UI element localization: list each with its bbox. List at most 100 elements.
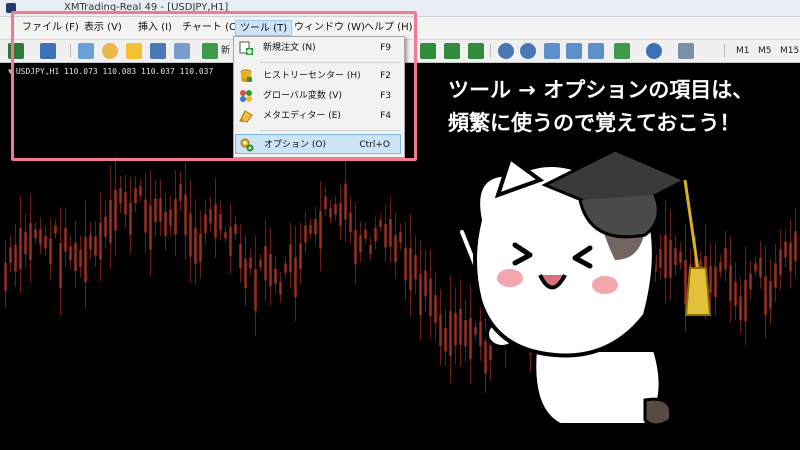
candle-body <box>24 231 27 255</box>
timeframe-m5[interactable]: M5 <box>758 44 772 58</box>
candle-body <box>289 244 292 272</box>
candlestick-button[interactable] <box>444 43 460 59</box>
cat-mascot-illustration <box>457 150 712 427</box>
menu-tools[interactable]: ツール (T) <box>235 20 293 36</box>
caption-line-2: 頻繁に使うので覚えておこう！ <box>448 111 741 135</box>
chart-info: ▼ USDJPY,H1 110.073 110.083 110.037 110.0… <box>8 67 213 76</box>
candle-body <box>259 259 262 267</box>
menu-item-label: 新規注文 (N) <box>263 43 316 53</box>
zoom-out-icon[interactable] <box>520 43 536 59</box>
data-window-button[interactable] <box>102 43 118 59</box>
candle-body <box>754 263 757 272</box>
candle-body <box>304 225 307 243</box>
menu-item-label: グローバル変数 (V) <box>263 91 342 101</box>
candle-body <box>194 227 197 264</box>
market-watch-button[interactable] <box>78 43 94 59</box>
candle-body <box>324 196 327 210</box>
candle-body <box>269 253 272 287</box>
candle-body <box>54 225 57 234</box>
menu-chart[interactable]: チャート (C) <box>178 20 244 36</box>
menu-item-global-variables[interactable]: グローバル変数 (V) F3 <box>235 86 401 106</box>
candle-body <box>769 281 772 309</box>
candle-body <box>174 198 177 235</box>
terminal-button[interactable] <box>150 43 166 59</box>
strategy-tester-button[interactable] <box>174 43 190 59</box>
candle-body <box>334 204 337 215</box>
candle-body <box>429 278 432 316</box>
timeframe-m15[interactable]: M15 <box>780 44 799 58</box>
menu-window[interactable]: ウィンドウ (W) <box>290 20 369 36</box>
candle-body <box>74 243 77 272</box>
zoom-in-icon[interactable] <box>498 43 514 59</box>
candle-body <box>39 229 42 245</box>
new-order-label: 新 <box>221 46 231 56</box>
profiles-button[interactable] <box>40 43 56 59</box>
menu-insert[interactable]: 挿入 (I) <box>134 20 176 36</box>
candle-body <box>169 209 172 226</box>
candle-body <box>69 246 72 260</box>
menu-item-shortcut: Ctrl+O <box>359 140 390 150</box>
menu-item-metaeditor[interactable]: メタエディター (E) F4 <box>235 106 401 126</box>
collapse-triangle-icon: ▼ <box>8 67 13 76</box>
candle-body <box>379 219 382 228</box>
menu-item-history-center[interactable]: ヒストリーセンター (H) F2 <box>235 66 401 86</box>
menu-view[interactable]: 表示 (V) <box>80 20 126 36</box>
menu-item-shortcut: F9 <box>380 43 391 53</box>
candle-body <box>214 204 217 238</box>
menu-item-options[interactable]: オプション (O) Ctrl+O <box>235 134 401 154</box>
menu-file[interactable]: ファイル (F) <box>18 20 83 36</box>
tile-windows-button[interactable] <box>544 43 560 59</box>
candle-body <box>279 281 282 295</box>
navigator-button[interactable] <box>126 43 142 59</box>
candle-body <box>94 236 97 256</box>
new-order-button[interactable] <box>202 43 218 59</box>
indicators-button[interactable] <box>614 43 630 59</box>
candle-body <box>4 262 7 292</box>
new-chart-button[interactable] <box>8 43 24 59</box>
candle-body <box>14 244 17 272</box>
history-center-icon <box>240 69 252 82</box>
candle-body <box>349 212 352 233</box>
candle-body <box>249 257 252 269</box>
menu-item-label: ヒストリーセンター (H) <box>263 71 361 81</box>
menu-item-new-order[interactable]: 新規注文 (N) F9 <box>235 38 401 58</box>
candle-body <box>84 236 87 283</box>
candle-body <box>394 235 397 263</box>
candle-body <box>404 248 407 281</box>
candle-body <box>134 188 137 204</box>
candle-body <box>184 194 187 236</box>
candle-body <box>369 244 372 255</box>
candle-body <box>104 216 107 237</box>
candle-body <box>759 257 762 278</box>
candle-body <box>29 223 32 261</box>
candle-body <box>749 273 752 290</box>
candle-body <box>784 241 787 258</box>
candle-body <box>239 243 242 269</box>
candle-body <box>244 258 247 289</box>
candle-body <box>739 296 742 320</box>
menu-item-shortcut: F4 <box>380 111 391 121</box>
timeframe-m1[interactable]: M1 <box>736 44 750 58</box>
bar-chart-button[interactable] <box>420 43 436 59</box>
candle-body <box>264 246 267 281</box>
candle-body <box>124 192 127 215</box>
chart-shift-button[interactable] <box>588 43 604 59</box>
candle-body <box>319 211 322 249</box>
metaeditor-icon <box>239 110 253 123</box>
candle-body <box>114 189 117 231</box>
candle-body <box>99 222 102 260</box>
periods-icon[interactable] <box>646 43 662 59</box>
menu-help[interactable]: ヘルプ (H) <box>360 20 417 36</box>
candle-body <box>294 257 297 298</box>
line-chart-button[interactable] <box>468 43 484 59</box>
candle-body <box>309 224 312 234</box>
candle-body <box>744 279 747 322</box>
candle-body <box>179 184 182 201</box>
autoscroll-button[interactable] <box>566 43 582 59</box>
candle-body <box>339 203 342 226</box>
candle-body <box>154 198 157 222</box>
window-title: XMTrading-Real 49 - [USDJPY,H1] <box>64 2 229 13</box>
templates-button[interactable] <box>678 43 694 59</box>
candle-body <box>359 235 362 253</box>
candle-body <box>199 233 202 262</box>
